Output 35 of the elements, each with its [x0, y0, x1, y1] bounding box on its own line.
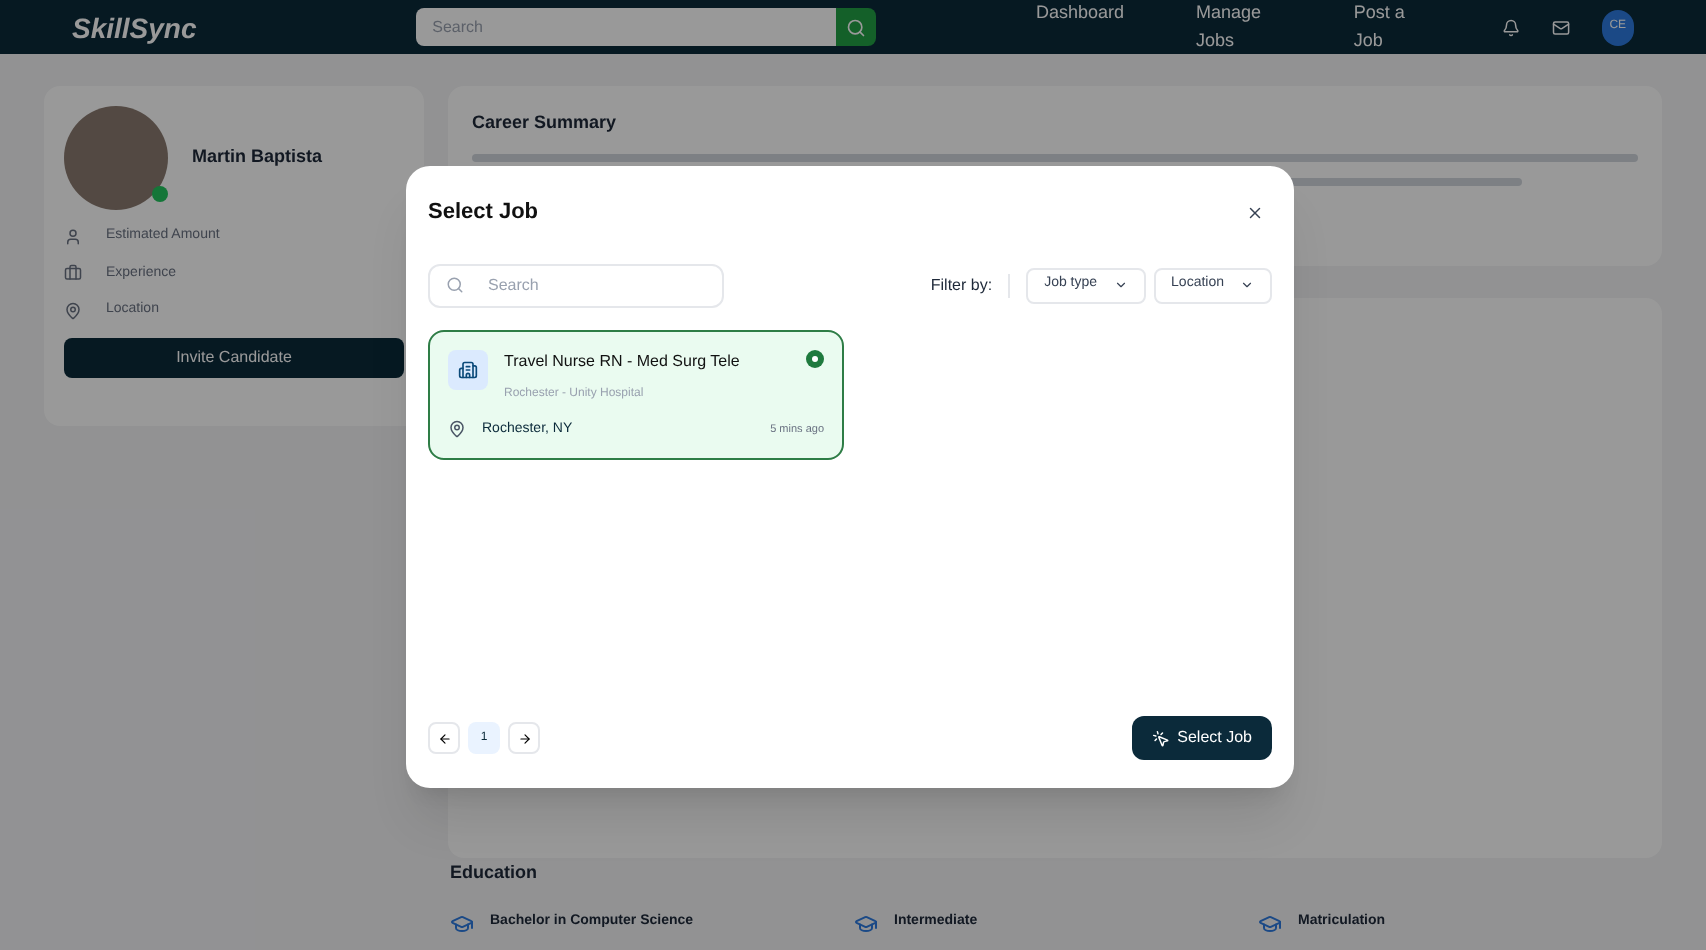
nav-link[interactable]: Manage Jobs: [1195, 0, 1282, 54]
arrow-right-icon: [517, 731, 531, 745]
mail-icon[interactable]: [1551, 17, 1570, 37]
close-icon[interactable]: [1246, 203, 1264, 222]
briefcase-icon: [64, 264, 82, 283]
filter-label: Filter by:: [930, 273, 1011, 297]
section-title: Career Summary: [472, 110, 619, 136]
avatar-placeholder: [64, 106, 168, 210]
arrow-left-icon: [437, 731, 451, 745]
job-title: Travel Nurse RN - Med Surg Tele: [504, 349, 742, 373]
pointer-click-icon: [1151, 729, 1170, 747]
search-button[interactable]: [836, 8, 876, 46]
location-icon: [64, 301, 82, 320]
previous-page-button[interactable]: [428, 722, 460, 754]
graduation-icon: [450, 911, 474, 935]
graduation-icon: [854, 911, 878, 935]
search-icon: [845, 17, 866, 37]
candidate-name: Martin Baptista: [192, 144, 323, 171]
hospital-logo: [448, 349, 488, 389]
search-icon: [446, 276, 464, 294]
select-job-button[interactable]: Select Job: [1131, 716, 1272, 760]
graduation-icon: [1258, 911, 1282, 935]
logo[interactable]: SkillSync: [72, 7, 417, 47]
section-title: Education: [450, 860, 540, 886]
next-page-button[interactable]: [508, 722, 540, 754]
nav-link[interactable]: Post a Job: [1353, 0, 1422, 54]
invite-button[interactable]: Invite Candidate: [64, 337, 404, 377]
person-icon: [64, 227, 82, 246]
bell-icon[interactable]: [1501, 17, 1520, 37]
modal-title: Select Job: [428, 198, 539, 228]
caret-icon: [1240, 278, 1254, 292]
nav-link[interactable]: Dashboard: [1035, 0, 1124, 54]
location-icon: [448, 420, 466, 439]
caret-icon: [1113, 278, 1128, 292]
radio-button[interactable]: [806, 349, 824, 367]
